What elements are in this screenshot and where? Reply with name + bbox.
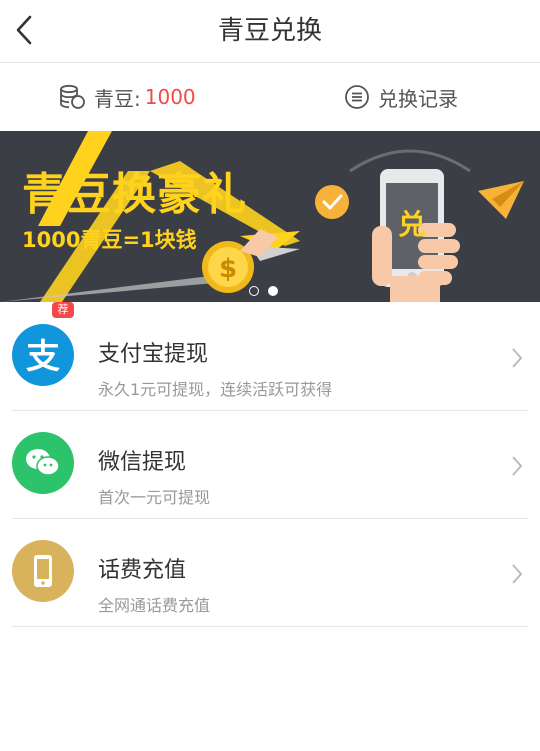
dollar-sign-icon: $ (219, 254, 237, 284)
exchange-records-link[interactable]: 兑换记录 (344, 63, 458, 131)
top-nav-bar: 青豆兑换 (0, 0, 540, 63)
option-alipay-withdraw[interactable]: 支 荐 支付宝提现 永久1元可提现，连续活跃可获得 (12, 302, 528, 411)
bean-balance: 青豆: 1000 (58, 63, 196, 131)
option-wechat-withdraw[interactable]: 微信提现 首次一元可提现 (12, 411, 528, 519)
bean-label: 青豆: (94, 86, 141, 111)
bean-count: 1000 (144, 85, 196, 109)
svg-text:支: 支 (26, 337, 60, 375)
option-subtitle: 永久1元可提现，连续活跃可获得 (98, 380, 333, 399)
chevron-right-icon (512, 564, 523, 584)
option-subtitle: 首次一元可提现 (98, 488, 211, 507)
phone-screen-char: 兑 (398, 208, 427, 241)
bean-balance-bar: 青豆: 1000 兑换记录 (0, 63, 540, 131)
chevron-right-icon (512, 348, 523, 368)
option-title: 微信提现 (98, 450, 187, 475)
pager-dot-2-active[interactable] (268, 286, 278, 296)
wechat-icon (12, 432, 74, 494)
banner-pager (249, 286, 278, 296)
exchange-options-list: 支 荐 支付宝提现 永久1元可提现，连续活跃可获得 微信提现 首次一元可提现 话… (0, 302, 540, 627)
recommend-badge: 荐 (52, 302, 74, 318)
page-title: 青豆兑换 (217, 16, 322, 46)
coin-stack-icon (58, 83, 86, 111)
mobile-phone-icon (12, 540, 74, 602)
option-subtitle: 全网通话费充值 (98, 596, 211, 615)
option-title: 支付宝提现 (98, 342, 209, 367)
exchange-records-label: 兑换记录 (378, 86, 458, 111)
option-phone-recharge[interactable]: 话费充值 全网通话费充值 (12, 519, 528, 627)
option-title: 话费充值 (98, 558, 187, 583)
pager-dot-1[interactable] (249, 286, 259, 296)
alipay-icon: 支 (12, 324, 74, 386)
banner-title: 青豆换豪礼 (22, 169, 247, 220)
list-circle-icon (344, 84, 370, 110)
banner-subtitle: 1000青豆=1块钱 (22, 228, 197, 252)
chevron-right-icon (512, 456, 523, 476)
